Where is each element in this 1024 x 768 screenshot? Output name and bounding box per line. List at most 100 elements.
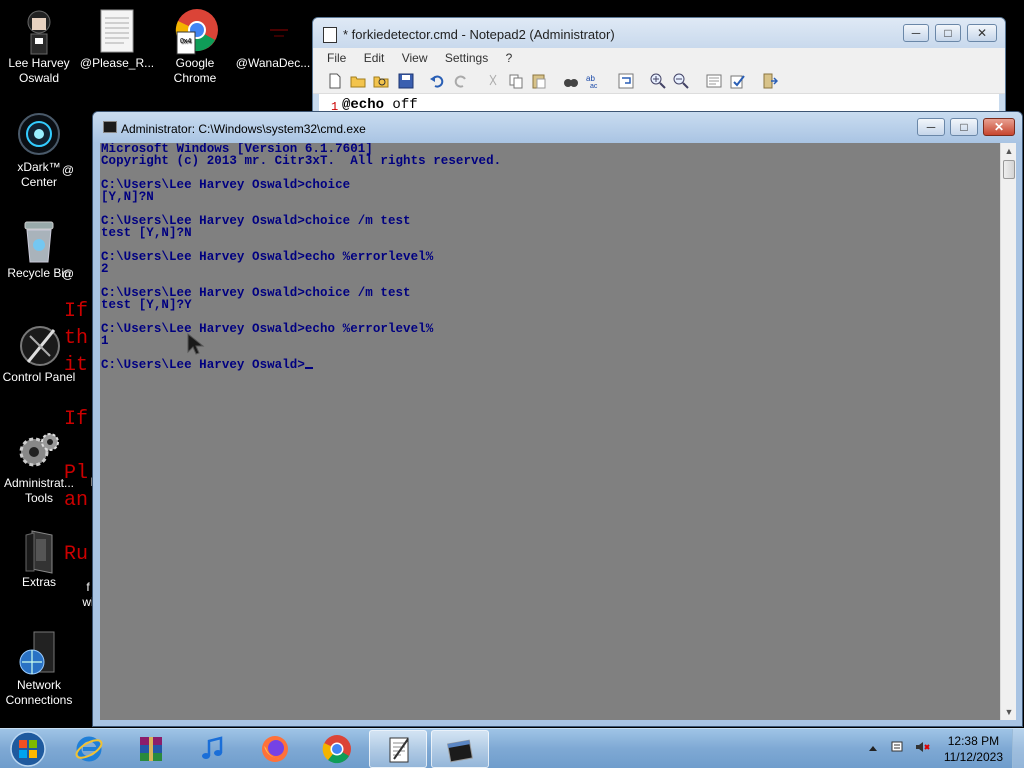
word-wrap-icon[interactable]: [618, 73, 634, 89]
zoom-out-icon[interactable]: [673, 73, 689, 89]
firefox-icon: [262, 736, 288, 762]
notepad2-icon: [323, 27, 337, 43]
open-folder-icon[interactable]: [350, 73, 366, 89]
text-cursor: [304, 367, 313, 369]
scheme-icon[interactable]: [706, 73, 722, 89]
taskbar-itunes[interactable]: [184, 730, 242, 768]
svg-text:ab: ab: [586, 74, 595, 83]
taskbar-cmd[interactable]: [431, 730, 489, 768]
clock-time: 12:38 PM: [947, 734, 1000, 748]
internet-explorer-icon: [75, 736, 103, 762]
chrome-icon: [322, 735, 351, 764]
scroll-thumb[interactable]: [1003, 160, 1015, 179]
wallpaper-text: Ru: [64, 543, 89, 566]
desktop-icon-network-connections[interactable]: Network Connections: [0, 630, 78, 708]
taskbar: 12:38 PM 11/12/2023: [0, 728, 1024, 768]
text-document-icon: [94, 8, 140, 54]
mouse-pointer-icon: [187, 333, 205, 355]
minimize-icon: ─: [911, 26, 921, 40]
show-hidden-icons-icon[interactable]: [868, 744, 878, 754]
wallpaper-text: If: [64, 300, 89, 323]
itunes-icon: [202, 736, 223, 759]
desktop-icon-wanadecryptor[interactable]: @WanaDec...: [234, 8, 312, 71]
undo-icon[interactable]: [429, 73, 445, 89]
wallpaper-text: Pl: [64, 462, 89, 485]
redo-icon[interactable]: [453, 73, 469, 89]
desktop: Lee Harvey Oswald @Please_R... 0x4 Googl…: [0, 0, 1024, 728]
find-icon[interactable]: [563, 73, 579, 89]
notepad-menubar: File Edit View Settings ?: [313, 48, 1005, 68]
taskbar-firefox[interactable]: [246, 730, 304, 768]
scroll-up-arrow-icon[interactable]: ▲: [1001, 143, 1017, 159]
desktop-icon-google-chrome[interactable]: 0x4 Google Chrome: [156, 8, 234, 86]
notepad2-window[interactable]: * forkiedetector.cmd - Notepad2 (Adminis…: [312, 17, 1006, 117]
zoom-in-icon[interactable]: [650, 73, 666, 89]
close-button[interactable]: ✕: [983, 118, 1015, 136]
clock-date: 11/12/2023: [943, 750, 1003, 764]
vertical-scrollbar[interactable]: ▲ ▼: [1000, 143, 1016, 720]
cut-icon[interactable]: [485, 73, 501, 89]
user-avatar-icon: [16, 8, 62, 55]
wallpaper-text: th: [64, 327, 89, 350]
desktop-icon-please-read[interactable]: @Please_R...: [78, 8, 156, 71]
start-orb-icon: [10, 731, 46, 767]
wallpaper-text: If: [64, 408, 89, 431]
maximize-button[interactable]: □: [935, 24, 961, 42]
notepad-titlebar[interactable]: * forkiedetector.cmd - Notepad2 (Adminis…: [313, 18, 1005, 50]
maximize-icon: □: [944, 26, 952, 40]
close-button[interactable]: ✕: [967, 24, 997, 42]
desktop-icon-label: Network Connections: [5, 678, 73, 707]
folder-icon: [16, 527, 62, 574]
save-icon[interactable]: [398, 73, 414, 89]
cmd-window[interactable]: Administrator: C:\Windows\system32\cmd.e…: [92, 111, 1023, 727]
svg-text:0x4: 0x4: [180, 38, 191, 45]
svg-text:ac: ac: [590, 83, 598, 89]
network-globe-icon: [16, 630, 62, 676]
new-file-icon[interactable]: [327, 73, 343, 89]
action-center-icon[interactable]: [890, 739, 906, 755]
cmd-icon: [103, 121, 117, 133]
copy-icon[interactable]: [508, 73, 524, 89]
recycle-bin-icon: [16, 218, 62, 264]
taskbar-chrome[interactable]: [308, 730, 366, 768]
notepad-toolbar: ab ac: [313, 68, 1005, 94]
maximize-button[interactable]: □: [950, 118, 978, 136]
menu-settings[interactable]: Settings: [445, 48, 488, 68]
minimize-button[interactable]: ─: [917, 118, 945, 136]
notepad-title: * forkiedetector.cmd - Notepad2 (Adminis…: [343, 27, 615, 42]
volume-muted-icon[interactable]: [914, 739, 930, 755]
show-desktop-button[interactable]: [1012, 729, 1024, 768]
desktop-icon-label: @WanaDec...: [235, 56, 311, 70]
system-clock[interactable]: 12:38 PM 11/12/2023: [944, 733, 1003, 765]
console-output[interactable]: Microsoft Windows [Version 6.1.7601] Cop…: [100, 143, 1000, 720]
menu-help[interactable]: ?: [506, 48, 513, 68]
cmd-titlebar[interactable]: Administrator: C:\Windows\system32\cmd.e…: [93, 112, 1022, 143]
start-button[interactable]: [4, 730, 50, 768]
minimize-icon: ─: [926, 120, 936, 134]
gears-icon: [16, 428, 62, 474]
desktop-icon-user-folder[interactable]: Lee Harvey Oswald: [0, 8, 78, 86]
exit-icon[interactable]: [762, 73, 778, 89]
paste-icon[interactable]: [531, 73, 547, 89]
desktop-icon-label: Google Chrome: [173, 56, 217, 85]
notepad2-icon: [389, 737, 409, 763]
menu-edit[interactable]: Edit: [364, 48, 385, 68]
taskbar-notepad2[interactable]: [369, 730, 427, 768]
scroll-down-arrow-icon[interactable]: ▼: [1001, 704, 1017, 720]
menu-file[interactable]: File: [327, 48, 346, 68]
taskbar-winrar[interactable]: [122, 730, 180, 768]
desktop-icon-label: @Please_R...: [79, 56, 155, 70]
winrar-icon: [140, 737, 162, 761]
minimize-button[interactable]: ─: [903, 24, 929, 42]
partial-icon-label: @: [61, 163, 75, 177]
taskbar-internet-explorer[interactable]: [60, 730, 118, 768]
menu-view[interactable]: View: [402, 48, 428, 68]
browse-icon[interactable]: [373, 73, 389, 89]
maximize-icon: □: [960, 120, 968, 134]
replace-icon[interactable]: abac: [586, 73, 602, 89]
settings-icon[interactable]: [730, 73, 746, 89]
wallpaper-text: an: [64, 489, 89, 512]
cmd-icon: [447, 739, 473, 763]
close-icon: ✕: [993, 120, 1005, 134]
desktop-icon-xdark-center[interactable]: xDark™ Center: [0, 112, 78, 190]
